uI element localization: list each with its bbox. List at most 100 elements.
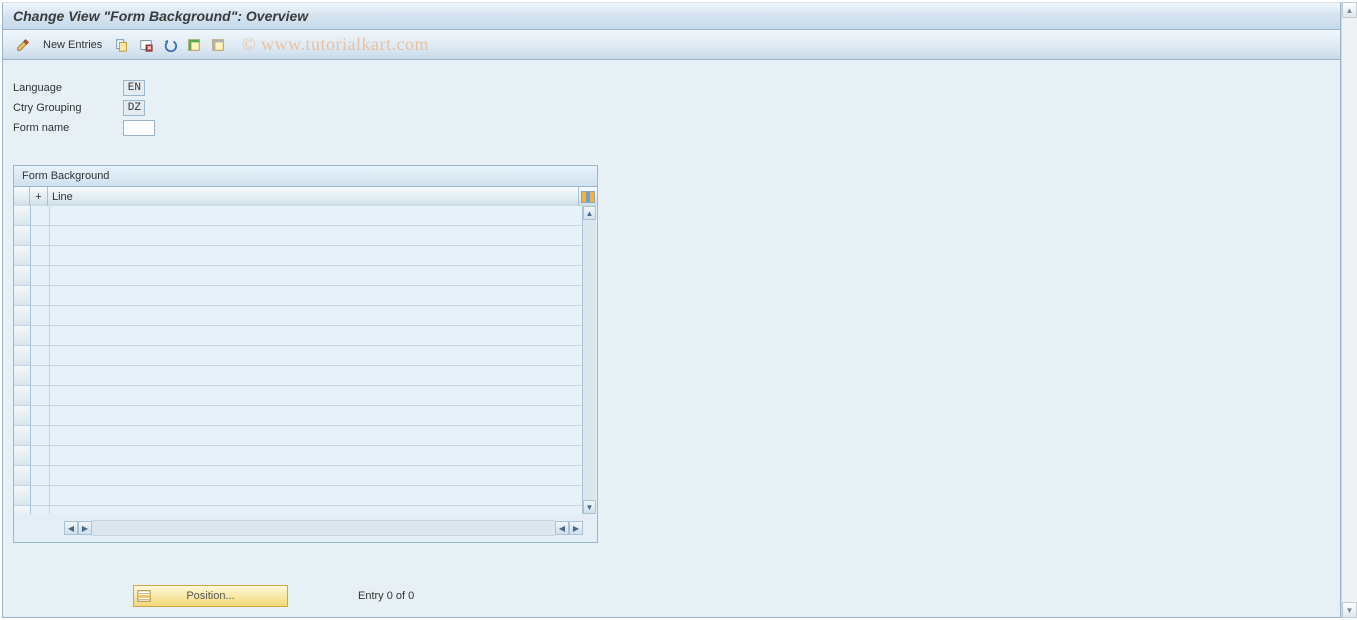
ctry-grouping-field[interactable] (123, 100, 145, 116)
row-line-cell[interactable] (50, 286, 597, 305)
table-body (14, 206, 597, 514)
row-selector[interactable] (14, 306, 31, 325)
row-line-cell[interactable] (50, 406, 597, 425)
vscroll-track[interactable] (583, 220, 596, 500)
row-plus-cell[interactable] (31, 326, 50, 345)
table-row[interactable] (14, 246, 597, 266)
select-all-button[interactable] (184, 35, 204, 55)
row-selector[interactable] (14, 326, 31, 345)
scroll-up-icon[interactable]: ▲ (1342, 2, 1357, 18)
row-line-cell[interactable] (50, 366, 597, 385)
language-label: Language (13, 82, 123, 94)
row-line-cell[interactable] (50, 446, 597, 465)
table-row[interactable] (14, 266, 597, 286)
row-line-cell[interactable] (50, 426, 597, 445)
row-line-cell[interactable] (50, 486, 597, 505)
row-line-cell[interactable] (50, 226, 597, 245)
toggle-change-button[interactable] (13, 35, 33, 55)
form-name-field[interactable] (123, 120, 155, 136)
table-row[interactable] (14, 346, 597, 366)
table-row[interactable] (14, 426, 597, 446)
language-field[interactable] (123, 80, 145, 96)
table-settings-button[interactable] (579, 187, 597, 207)
row-plus-cell[interactable] (31, 306, 50, 325)
row-selector[interactable] (14, 226, 31, 245)
table-row[interactable] (14, 466, 597, 486)
deselect-all-button[interactable] (208, 35, 228, 55)
new-entries-button[interactable]: New Entries (37, 36, 108, 54)
table-row[interactable] (14, 206, 597, 226)
table-row[interactable] (14, 386, 597, 406)
deselect-all-icon (211, 38, 225, 52)
scroll-up-icon[interactable]: ▲ (583, 206, 596, 220)
row-plus-cell[interactable] (31, 466, 50, 485)
row-line-cell[interactable] (50, 266, 597, 285)
row-selector[interactable] (14, 486, 31, 505)
row-plus-cell[interactable] (31, 406, 50, 425)
row-line-cell[interactable] (50, 306, 597, 325)
row-plus-cell[interactable] (31, 366, 50, 385)
table-row[interactable] (14, 366, 597, 386)
row-plus-cell[interactable] (31, 206, 50, 225)
scroll-down-icon[interactable]: ▼ (1342, 602, 1357, 618)
ctry-grouping-label: Ctry Grouping (13, 102, 123, 114)
row-line-cell[interactable] (50, 326, 597, 345)
copy-as-button[interactable] (112, 35, 132, 55)
col-line-header[interactable]: Line (48, 187, 579, 207)
row-line-cell[interactable] (50, 346, 597, 365)
table-row[interactable] (14, 446, 597, 466)
table-row[interactable] (14, 286, 597, 306)
row-line-cell[interactable] (50, 206, 597, 225)
hscroll-right-icon[interactable]: ◀ (555, 521, 569, 535)
scroll-down-icon[interactable]: ▼ (583, 500, 596, 514)
table-horizontal-scroll-area: ◀ ▶ ◀ ▶ (14, 514, 597, 542)
content-area: Language Ctry Grouping Form name Form Ba… (2, 60, 1341, 618)
row-selector[interactable] (14, 266, 31, 285)
col-plus-header[interactable]: + (30, 187, 48, 207)
row-plus-cell[interactable] (31, 246, 50, 265)
page-vertical-scrollbar[interactable]: ▲ ▼ (1341, 2, 1357, 618)
table-settings-icon (581, 191, 595, 203)
undo-button[interactable] (160, 35, 180, 55)
table-row[interactable] (14, 406, 597, 426)
form-name-label: Form name (13, 122, 123, 134)
row-plus-cell[interactable] (31, 346, 50, 365)
row-selector-header[interactable] (14, 187, 30, 207)
row-selector[interactable] (14, 346, 31, 365)
hscroll-first-icon[interactable]: ◀ (64, 521, 78, 535)
row-plus-cell[interactable] (31, 286, 50, 305)
table-row[interactable] (14, 226, 597, 246)
row-selector[interactable] (14, 246, 31, 265)
row-plus-cell[interactable] (31, 226, 50, 245)
page-title: Change View "Form Background": Overview (13, 8, 308, 24)
row-selector[interactable] (14, 466, 31, 485)
undo-icon (163, 38, 177, 52)
row-selector[interactable] (14, 406, 31, 425)
row-line-cell[interactable] (50, 246, 597, 265)
row-selector[interactable] (14, 386, 31, 405)
table-vertical-scrollbar[interactable]: ▲ ▼ (582, 206, 596, 514)
delete-icon (139, 38, 153, 52)
hscroll-track[interactable] (92, 520, 555, 536)
copy-icon (115, 38, 129, 52)
row-plus-cell[interactable] (31, 446, 50, 465)
row-plus-cell[interactable] (31, 266, 50, 285)
row-line-cell[interactable] (50, 386, 597, 405)
row-plus-cell[interactable] (31, 426, 50, 445)
position-button[interactable]: Position... (133, 585, 288, 607)
table-row[interactable] (14, 306, 597, 326)
row-selector[interactable] (14, 426, 31, 445)
row-selector[interactable] (14, 366, 31, 385)
row-plus-cell[interactable] (31, 486, 50, 505)
hscroll-last-icon[interactable]: ▶ (569, 521, 583, 535)
table-row[interactable] (14, 486, 597, 506)
row-selector[interactable] (14, 446, 31, 465)
row-line-cell[interactable] (50, 466, 597, 485)
row-selector[interactable] (14, 286, 31, 305)
position-icon (137, 589, 151, 603)
row-selector[interactable] (14, 206, 31, 225)
table-row[interactable] (14, 326, 597, 346)
hscroll-left-icon[interactable]: ▶ (78, 521, 92, 535)
delete-button[interactable] (136, 35, 156, 55)
row-plus-cell[interactable] (31, 386, 50, 405)
